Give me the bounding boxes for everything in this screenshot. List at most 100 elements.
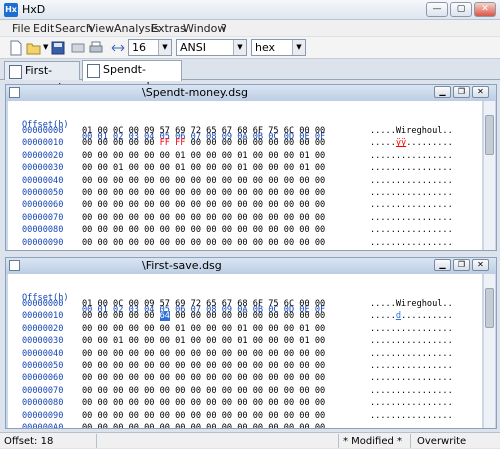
- menu-view[interactable]: View: [88, 22, 114, 35]
- maximize-button[interactable]: ▢: [450, 2, 472, 17]
- chevron-down-icon[interactable]: ▼: [292, 40, 305, 55]
- row-ascii[interactable]: ................: [370, 150, 453, 162]
- row-bytes[interactable]: 00 00 00 00 00 00 00 00 00 00 00 00 00 0…: [82, 348, 325, 360]
- row-ascii[interactable]: ................: [370, 224, 453, 236]
- new-file-icon[interactable]: [8, 40, 24, 56]
- print-icon[interactable]: [88, 40, 104, 56]
- file-icon: [9, 260, 20, 271]
- row-bytes[interactable]: 00 00 01 00 00 00 01 00 00 00 01 00 00 0…: [82, 162, 325, 174]
- scroll-thumb[interactable]: [485, 288, 494, 328]
- row-bytes[interactable]: 00 00 00 00 00 00 00 00 00 00 00 00 00 0…: [82, 372, 325, 384]
- row-bytes[interactable]: 01 00 0C 00 09 57 69 72 65 67 68 6F 75 6…: [82, 125, 325, 137]
- row-ascii[interactable]: .....d..........: [370, 310, 453, 322]
- row-bytes[interactable]: 00 00 00 00 00 00 00 00 00 00 00 00 00 0…: [82, 199, 325, 211]
- charset-select[interactable]: ANSI ▼: [176, 39, 247, 56]
- row-bytes[interactable]: 00 00 00 00 00 FF FF 00 00 00 00 00 00 0…: [82, 137, 325, 149]
- restore-button[interactable]: ❐: [453, 86, 470, 98]
- row-offset: 00000080: [22, 398, 64, 409]
- row-offset: 00000080: [22, 225, 64, 236]
- row-bytes[interactable]: 00 00 00 00 00 00 00 00 00 00 00 00 00 0…: [82, 410, 325, 422]
- row-bytes[interactable]: 00 00 00 00 00 00 01 00 00 00 01 00 00 0…: [82, 323, 325, 335]
- row-bytes[interactable]: 00 00 00 00 00 64 00 00 00 00 00 00 00 0…: [82, 310, 325, 322]
- save-icon[interactable]: [50, 40, 66, 56]
- row-bytes[interactable]: 00 00 00 00 00 00 01 00 00 00 01 00 00 0…: [82, 150, 325, 162]
- hex-view[interactable]: Offset(h) 00 01 02 03 04 05 06 07 08 09 …: [8, 101, 482, 250]
- highlighted-ascii: ÿÿ: [395, 138, 407, 149]
- close-button[interactable]: ✕: [472, 86, 489, 98]
- row-ascii[interactable]: .....ÿÿ.........: [370, 137, 453, 149]
- scroll-thumb[interactable]: [485, 115, 494, 155]
- menu-file[interactable]: File: [12, 22, 30, 35]
- hex-view[interactable]: Offset(h) 00 01 02 03 04 05 06 07 08 09 …: [8, 274, 482, 428]
- byte-group: 00 00 00 00 00 00 01 00 00 00 01 00 00 0…: [82, 150, 326, 161]
- row-bytes[interactable]: 00 00 00 00 00 00 00 00 00 00 00 00 00 0…: [82, 187, 325, 199]
- row-offset: 00000020: [22, 150, 64, 161]
- row-ascii[interactable]: .....Wireghoul..: [370, 125, 453, 137]
- ascii-text: ................: [370, 385, 453, 396]
- close-button[interactable]: ✕: [472, 259, 489, 271]
- ascii-text: ..........: [401, 311, 453, 322]
- row-offset: 00000010: [22, 311, 64, 322]
- row-ascii[interactable]: ................: [370, 372, 453, 384]
- row-bytes[interactable]: 00 00 00 00 00 00 00 00 00 00 00 00 00 0…: [82, 422, 325, 428]
- row-offset: 00000000: [22, 299, 64, 309]
- open-folder-icon[interactable]: [26, 40, 42, 56]
- app-title: HxD: [22, 3, 46, 16]
- byte-group: 00 00 00 00 00 00 00 00 00 00 00 00 00 0…: [82, 385, 326, 396]
- ascii-text: .........: [406, 138, 453, 149]
- row-ascii[interactable]: ................: [370, 237, 453, 249]
- minimize-button[interactable]: —: [426, 2, 448, 17]
- menu-edit[interactable]: Edit: [33, 22, 54, 35]
- row-ascii[interactable]: ................: [370, 199, 453, 211]
- row-bytes[interactable]: 00 00 00 00 00 00 00 00 00 00 00 00 00 0…: [82, 360, 325, 372]
- tab-spendt-money[interactable]: Spendt-money.dsg: [82, 60, 182, 93]
- tab-first-save[interactable]: First-save.dsg: [4, 61, 80, 94]
- vertical-scrollbar[interactable]: [483, 101, 495, 250]
- close-button[interactable]: ✕: [474, 2, 496, 17]
- row-ascii[interactable]: ................: [370, 410, 453, 422]
- row-ascii[interactable]: ................: [370, 175, 453, 187]
- row-ascii[interactable]: ................: [370, 397, 453, 409]
- row-ascii[interactable]: ................: [370, 249, 453, 250]
- row-ascii[interactable]: ................: [370, 187, 453, 199]
- row-ascii[interactable]: ................: [370, 348, 453, 360]
- offset-base-select[interactable]: hex ▼: [251, 39, 306, 56]
- row-ascii[interactable]: .....Wireghoul..: [370, 298, 453, 310]
- ascii-text: ................: [370, 373, 453, 384]
- row-ascii[interactable]: ................: [370, 162, 453, 174]
- row-bytes[interactable]: 00 00 00 00 00 00 00 00 00 00 00 00 00 0…: [82, 397, 325, 409]
- ascii-text: ................: [370, 423, 453, 428]
- menu-extras[interactable]: Extras: [151, 22, 186, 35]
- menu-window[interactable]: Window: [183, 22, 226, 35]
- row-bytes[interactable]: 00 00 00 00 00 00 00 00 00 00 00 00 00 0…: [82, 212, 325, 224]
- byte-group: 00 00 00 00 00 00 00 00 00 00 00 00 00 0…: [82, 398, 326, 409]
- row-ascii[interactable]: ................: [370, 385, 453, 397]
- row-ascii[interactable]: ................: [370, 335, 453, 347]
- minimize-button[interactable]: ▁: [434, 259, 451, 271]
- row-ascii[interactable]: ................: [370, 422, 453, 428]
- properties-icon[interactable]: [70, 40, 86, 56]
- ascii-text: ................: [370, 175, 453, 186]
- open-dropdown-icon[interactable]: ▼: [43, 43, 48, 51]
- row-bytes[interactable]: 01 00 0C 00 09 57 69 72 65 67 68 6F 75 6…: [82, 298, 325, 310]
- ascii-text: ................: [370, 398, 453, 409]
- highlighted-bytes: 64: [159, 311, 170, 322]
- row-bytes[interactable]: 00 00 01 00 00 00 01 00 00 00 01 00 00 0…: [82, 335, 325, 347]
- chevron-down-icon[interactable]: ▼: [233, 40, 246, 55]
- row-offset: 000000A0: [22, 423, 64, 428]
- minimize-button[interactable]: ▁: [434, 86, 451, 98]
- row-bytes[interactable]: 00 00 00 00 00 00 00 00 00 00 00 00 00 0…: [82, 224, 325, 236]
- row-bytes[interactable]: 00 00 00 00 00 00 00 00 00 00 00 00 00 0…: [82, 175, 325, 187]
- byte-group: 00 00 00 00 00: [82, 311, 160, 322]
- row-bytes[interactable]: 00 00 00 00 00 00 00 00 00 00 00 00 00 0…: [82, 249, 325, 250]
- restore-button[interactable]: ❐: [453, 259, 470, 271]
- row-ascii[interactable]: ................: [370, 360, 453, 372]
- row-ascii[interactable]: ................: [370, 323, 453, 335]
- row-bytes[interactable]: 00 00 00 00 00 00 00 00 00 00 00 00 00 0…: [82, 237, 325, 249]
- chevron-down-icon[interactable]: ▼: [158, 40, 171, 55]
- vertical-scrollbar[interactable]: [483, 274, 495, 428]
- row-ascii[interactable]: ................: [370, 212, 453, 224]
- row-bytes[interactable]: 00 00 00 00 00 00 00 00 00 00 00 00 00 0…: [82, 385, 325, 397]
- bytes-per-row-select[interactable]: 16 ▼: [128, 39, 172, 56]
- menu-help[interactable]: ?: [221, 22, 227, 35]
